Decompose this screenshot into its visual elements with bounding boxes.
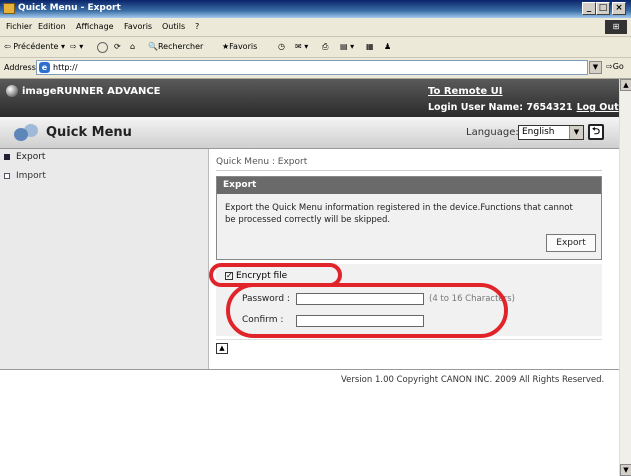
export-section: Export Export the Quick Menu information…	[216, 176, 602, 260]
export-section-header: Export	[217, 177, 601, 194]
messenger-icon: ♟	[384, 42, 392, 51]
go-arrow-icon: ⇨	[606, 62, 613, 71]
mail-button[interactable]: ✉ ▾	[295, 42, 308, 51]
logout-link[interactable]: Log Out	[577, 102, 619, 113]
export-description: Export the Quick Menu information regist…	[225, 203, 573, 225]
remote-ui-link[interactable]: To Remote UI	[428, 86, 503, 97]
stop-icon	[97, 42, 108, 53]
chevron-down-icon: ▼	[569, 126, 583, 139]
print-icon: ⎙	[322, 42, 329, 51]
language-select[interactable]: English ▼	[518, 125, 584, 140]
scroll-down-arrow-icon[interactable]: ▼	[620, 464, 631, 476]
discuss-icon: ▦	[366, 42, 374, 51]
bullet-outline-icon	[4, 172, 10, 179]
language-value: English	[522, 127, 555, 137]
canon-logo-icon	[6, 85, 18, 97]
menu-bar: Fichier Edition Affichage Favoris Outils…	[0, 18, 631, 37]
password-field[interactable]	[296, 293, 424, 305]
back-button[interactable]: ⇦ Précédente ▾	[4, 42, 65, 51]
back-to-top-icon[interactable]: ▲	[216, 343, 228, 354]
address-dropdown-button[interactable]: ▼	[589, 61, 602, 74]
stop-button[interactable]	[97, 42, 108, 53]
footer-divider	[0, 369, 619, 370]
sidebar: Export Import	[0, 149, 209, 369]
edit-button[interactable]: ▤ ▾	[340, 42, 354, 51]
search-button[interactable]: 🔍Rechercher	[148, 42, 203, 51]
windows-logo-icon: ⊞	[605, 20, 627, 34]
bullet-filled-icon	[4, 153, 10, 160]
discuss-button[interactable]: ▦	[366, 42, 374, 51]
back-arrow-icon: ⇦	[4, 42, 11, 51]
encrypt-file-checkbox[interactable]: ✓ Encrypt file	[225, 271, 287, 281]
confirm-field[interactable]	[296, 315, 424, 327]
export-button[interactable]: Export	[546, 234, 596, 252]
forward-arrow-icon: ⇨	[70, 42, 77, 51]
search-icon: 🔍	[148, 42, 158, 51]
mail-icon: ✉	[295, 42, 302, 51]
breadcrumb: Quick Menu : Export	[216, 157, 308, 167]
menu-fichier[interactable]: Fichier	[6, 22, 32, 31]
language-label: Language:	[466, 127, 519, 138]
menu-edition[interactable]: Edition	[38, 22, 66, 31]
password-hint: (4 to 16 Characters)	[429, 294, 515, 304]
address-bar: Address e http:// ▼ ⇨Go	[0, 58, 631, 79]
print-button[interactable]: ⎙	[322, 42, 328, 52]
page-header: imageRUNNER ADVANCE To Remote UI Login U…	[0, 79, 619, 117]
window-title-bar: Quick Menu - Export _ □ ×	[0, 0, 631, 18]
history-button[interactable]: ◷	[278, 42, 285, 51]
browser-toolbar: ⇦ Précédente ▾ ⇨ ▾ ⟳ ⌂ 🔍Rechercher ★Favo…	[0, 37, 631, 58]
address-url: http://	[53, 63, 78, 72]
app-icon	[3, 3, 15, 14]
checkbox-checked-icon: ✓	[225, 270, 233, 280]
messenger-button[interactable]: ♟	[384, 42, 391, 51]
maximize-button[interactable]: □	[596, 2, 610, 15]
refresh-page-button[interactable]: ⟳	[114, 42, 121, 51]
forward-button[interactable]: ⇨ ▾	[70, 42, 83, 51]
vertical-scrollbar[interactable]: ▲ ▼	[619, 79, 631, 476]
refresh-icon: ⟳	[114, 42, 121, 51]
minimize-button[interactable]: _	[582, 2, 596, 15]
sidebar-item-import[interactable]: Import	[4, 171, 46, 181]
menu-outils[interactable]: Outils	[162, 22, 185, 31]
quick-menu-icon	[14, 124, 40, 141]
menu-favoris[interactable]: Favoris	[124, 22, 152, 31]
edit-icon: ▤	[340, 42, 348, 51]
close-button[interactable]: ×	[612, 2, 626, 15]
password-label: Password :	[242, 294, 290, 304]
menu-help[interactable]: ?	[195, 22, 199, 31]
home-button[interactable]: ⌂	[130, 42, 135, 51]
footer-copyright: Version 1.00 Copyright CANON INC. 2009 A…	[341, 375, 605, 385]
encrypt-section: ✓ Encrypt file Password : (4 to 16 Charac…	[216, 264, 602, 336]
history-icon: ◷	[278, 42, 285, 51]
login-user-name: Login User Name: 7654321	[428, 102, 573, 113]
address-input[interactable]: e http://	[36, 60, 588, 75]
login-info: Login User Name: 7654321 Log Out	[428, 102, 619, 113]
home-icon: ⌂	[130, 42, 136, 51]
section-divider	[216, 339, 602, 340]
brand: imageRUNNER ADVANCE	[6, 85, 161, 97]
scroll-up-arrow-icon[interactable]: ▲	[620, 79, 631, 91]
favorites-button[interactable]: ★Favoris	[222, 42, 257, 51]
sidebar-item-export[interactable]: Export	[4, 152, 45, 162]
menu-affichage[interactable]: Affichage	[76, 22, 114, 31]
window-title: Quick Menu - Export	[18, 3, 121, 13]
address-label: Address	[4, 63, 36, 72]
language-apply-icon[interactable]: ⮌	[588, 124, 604, 140]
page-title: Quick Menu	[46, 125, 132, 140]
breadcrumb-divider	[216, 170, 602, 171]
ie-page-icon: e	[39, 62, 50, 73]
quick-menu-header: Quick Menu Language: English ▼ ⮌	[0, 117, 619, 149]
confirm-label: Confirm :	[242, 315, 284, 325]
go-button[interactable]: ⇨Go	[606, 62, 624, 71]
